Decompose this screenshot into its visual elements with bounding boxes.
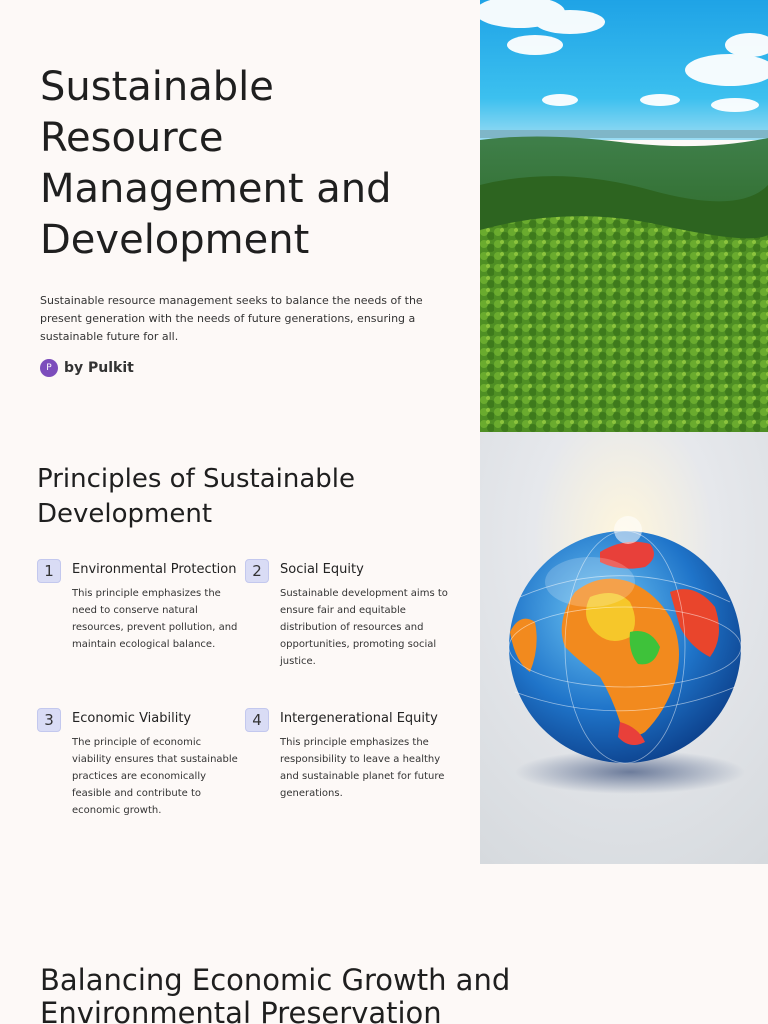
principles-heading: Principles of Sustainable Development [37,464,356,529]
number-badge: 2 [245,559,269,583]
avatar: P [40,359,58,377]
globe-illustration [480,432,768,864]
principle-item-3: 3 Economic Viability The principle of ec… [37,708,238,819]
principle-description: Sustainable development aims to ensure f… [280,588,448,667]
principle-title: Social Equity [280,562,364,577]
balance-heading: Balancing Economic Growth and Environmen… [40,963,511,1024]
forest-aerial-image [480,0,768,432]
number-badge: 1 [37,559,61,583]
principle-title: Intergenerational Equity [280,711,438,726]
principle-description: This principle emphasizes the responsibi… [280,737,445,799]
author-name: by Pulkit [64,360,134,376]
principle-item-4: 4 Intergenerational Equity This principl… [245,708,445,802]
slide-page: Sustainable Resource Management and Deve… [0,0,768,1024]
principle-description: This principle emphasizes the need to co… [72,588,238,650]
hero-section: Sustainable Resource Management and Deve… [40,62,450,377]
principle-title: Environmental Protection [72,562,237,577]
number-badge: 3 [37,708,61,732]
principle-item-1: 1 Environmental Protection This principl… [37,559,237,653]
author-byline: P by Pulkit [40,359,450,377]
principle-item-2: 2 Social Equity Sustainable development … [245,559,448,670]
hero-description: Sustainable resource management seeks to… [40,294,423,343]
forest-illustration [480,0,768,432]
number-badge: 4 [245,708,269,732]
globe-image [480,432,768,864]
principle-title: Economic Viability [72,711,192,726]
principle-description: The principle of economic viability ensu… [72,737,238,816]
page-title: Sustainable Resource Management and Deve… [40,64,392,263]
